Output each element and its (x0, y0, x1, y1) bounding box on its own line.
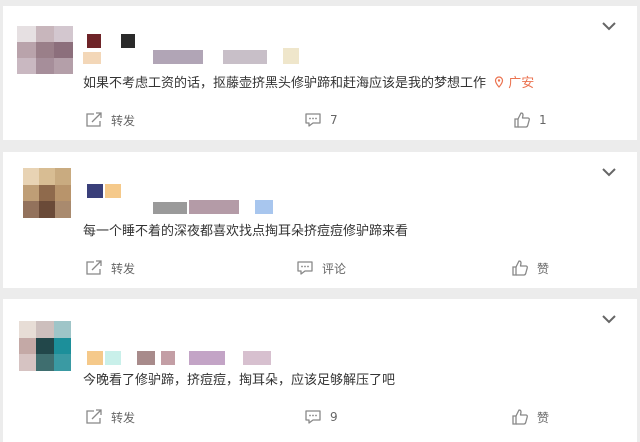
more-menu-button[interactable] (601, 166, 617, 178)
comment-text: 每一个睡不着的深夜都喜欢找点掏耳朵挤痘痘修驴蹄来看 (83, 223, 408, 241)
comment-count: 9 (330, 410, 338, 424)
like-count: 1 (539, 113, 547, 127)
comment-label: 评论 (322, 261, 347, 276)
comment-body: 今晚看了修驴蹄，挤痘痘，掏耳朵，应该足够解压了吧 (83, 373, 396, 388)
repost-button[interactable]: 转发 (85, 109, 135, 131)
comment-icon (296, 260, 314, 276)
location-tag[interactable]: 广安 (508, 76, 534, 91)
chevron-down-icon (601, 166, 617, 178)
username-obscured[interactable] (83, 323, 303, 367)
thumbs-up-icon (511, 409, 529, 425)
share-icon (85, 409, 103, 425)
share-icon (85, 112, 103, 128)
action-bar: 转发 7 1 (3, 109, 637, 131)
username-obscured[interactable] (83, 30, 303, 74)
more-menu-button[interactable] (601, 20, 617, 32)
comment-body: 如果不考虑工资的话，抠藤壶挤黑头修驴蹄和赶海应该是我的梦想工作 (83, 76, 487, 91)
comment-card: 今晚看了修驴蹄，挤痘痘，掏耳朵，应该足够解压了吧 转发 9 赞 (3, 299, 637, 442)
like-button[interactable]: 赞 (511, 406, 549, 428)
avatar[interactable] (23, 168, 71, 218)
avatar[interactable] (19, 321, 71, 371)
comment-card: 如果不考虑工资的话，抠藤壶挤黑头修驴蹄和赶海应该是我的梦想工作 广安 转发 7 … (3, 6, 637, 140)
like-label: 赞 (537, 410, 550, 425)
chevron-down-icon (601, 313, 617, 325)
comment-button[interactable]: 评论 (296, 257, 346, 279)
avatar[interactable] (17, 26, 73, 74)
thumbs-up-icon (513, 112, 531, 128)
share-icon (85, 260, 103, 276)
chevron-down-icon (601, 20, 617, 32)
comment-card: 每一个睡不着的深夜都喜欢找点掏耳朵挤痘痘修驴蹄来看 转发 评论 赞 (3, 152, 637, 288)
repost-button[interactable]: 转发 (85, 406, 135, 428)
comment-text: 如果不考虑工资的话，抠藤壶挤黑头修驴蹄和赶海应该是我的梦想工作 广安 (83, 75, 534, 93)
comment-icon (304, 409, 322, 425)
thumbs-up-icon (511, 260, 529, 276)
repost-label: 转发 (111, 113, 136, 128)
comment-text: 今晚看了修驴蹄，挤痘痘，掏耳朵，应该足够解压了吧 (83, 372, 395, 390)
action-bar: 转发 评论 赞 (3, 257, 637, 279)
repost-label: 转发 (111, 410, 136, 425)
repost-button[interactable]: 转发 (85, 257, 135, 279)
comment-count: 7 (330, 113, 338, 127)
repost-label: 转发 (111, 261, 136, 276)
username-obscured[interactable] (83, 176, 303, 220)
comment-body: 每一个睡不着的深夜都喜欢找点掏耳朵挤痘痘修驴蹄来看 (83, 224, 409, 239)
like-button[interactable]: 1 (513, 109, 547, 131)
action-bar: 转发 9 赞 (3, 406, 637, 428)
comment-icon (304, 112, 322, 128)
comment-button[interactable]: 7 (304, 109, 338, 131)
like-button[interactable]: 赞 (511, 257, 549, 279)
location-pin-icon (495, 76, 504, 88)
comment-button[interactable]: 9 (304, 406, 338, 428)
like-label: 赞 (537, 261, 550, 276)
more-menu-button[interactable] (601, 313, 617, 325)
